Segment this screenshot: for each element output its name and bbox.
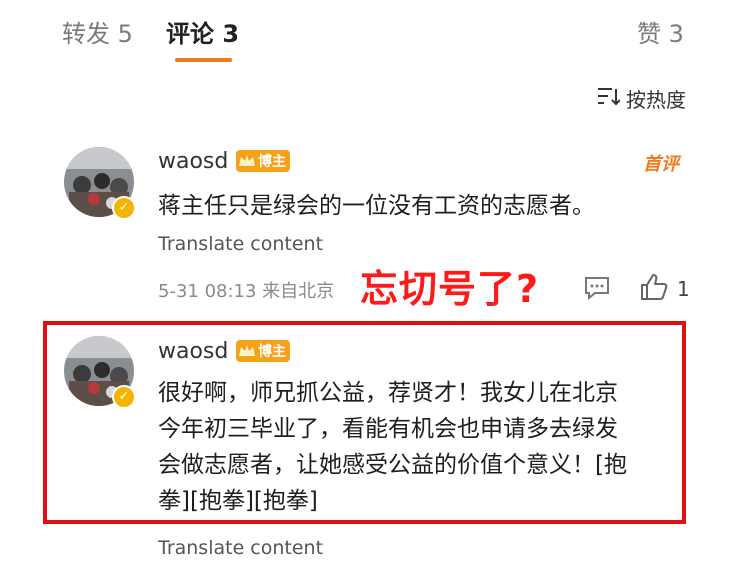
comment-username[interactable]: waosd [158, 149, 228, 174]
comment-tabs: 转发 5 评论 3 赞 3 [0, 0, 732, 70]
translate-link[interactable]: Translate content [158, 233, 323, 255]
translate-link[interactable]: Translate content [158, 537, 323, 559]
reply-icon[interactable] [583, 274, 611, 306]
like-count: 1 [677, 277, 690, 301]
blogger-badge: 博主 [236, 340, 290, 362]
comment-line: 拳][抱拳][抱拳] [158, 488, 318, 514]
blogger-badge: 博主 [236, 150, 290, 172]
first-comment-tag: 首评 [643, 154, 679, 175]
comment-text: 蒋主任只是绿会的一位没有工资的志愿者。 [158, 193, 595, 219]
tab-reposts[interactable]: 转发 5 [62, 14, 133, 49]
comment-line: 会做志愿者，让她感受公益的价值个意义！[抱 [158, 452, 627, 478]
sort-icon [596, 85, 621, 112]
comment-meta: 5-31 08:13 来自北京 [158, 281, 335, 302]
verified-badge: ✓ [112, 196, 136, 220]
crown-icon [239, 155, 255, 166]
verified-badge: ✓ [112, 385, 136, 409]
comment-username[interactable]: waosd [158, 339, 228, 364]
active-tab-indicator [175, 58, 232, 62]
sort-by-hot-button[interactable]: 按热度 [596, 84, 686, 113]
overlay-annotation: 忘切号了? [360, 267, 540, 311]
tab-likes[interactable]: 赞 3 [637, 14, 684, 49]
comment-line: 很好啊，师兄抓公益，荐贤才！我女儿在北京 [158, 380, 618, 406]
comment-line: 今年初三毕业了，看能有机会也申请多去绿发 [158, 416, 618, 442]
crown-icon [239, 345, 255, 356]
sort-label: 按热度 [626, 88, 686, 112]
like-icon[interactable] [639, 272, 669, 306]
comment-text: 很好啊，师兄抓公益，荐贤才！我女儿在北京 今年初三毕业了，看能有机会也申请多去绿… [158, 375, 627, 519]
tab-comments[interactable]: 评论 3 [166, 14, 239, 49]
